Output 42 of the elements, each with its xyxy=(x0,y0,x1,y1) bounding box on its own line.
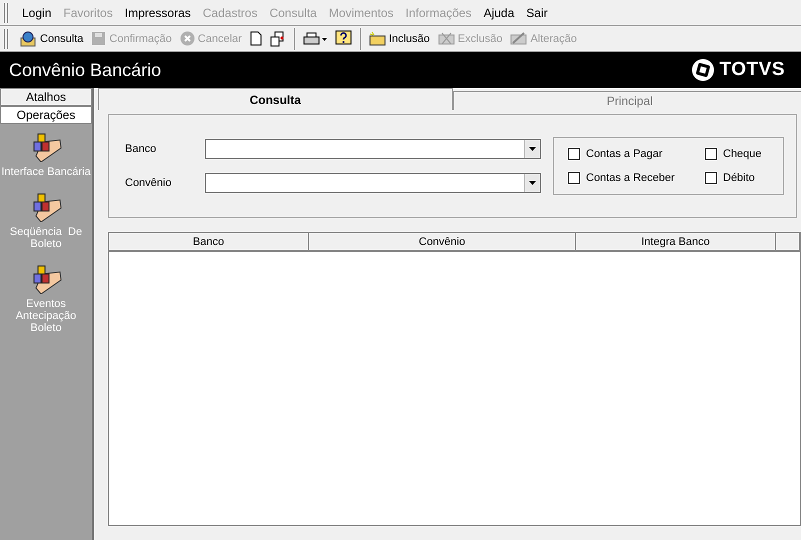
column-header[interactable]: Convênio xyxy=(309,233,576,251)
help-icon[interactable] xyxy=(334,30,352,47)
grid-edit-icon xyxy=(510,31,528,46)
dropdown-arrow-icon xyxy=(529,147,536,151)
shortcut-item[interactable]: Seqüência De Boleto xyxy=(0,192,92,250)
new-folder-icon xyxy=(368,31,386,46)
sidebar-section-button[interactable]: Atalhos xyxy=(0,88,92,106)
dropdown-field[interactable] xyxy=(205,139,541,159)
checkbox[interactable] xyxy=(705,148,717,160)
dropdown-arrow-icon xyxy=(529,181,536,185)
menu-item[interactable]: Ajuda xyxy=(478,6,520,20)
window-title: Convênio Bancário xyxy=(9,60,162,80)
shortcut-item[interactable]: Eventos Antecipação Boleto xyxy=(0,264,92,334)
checkbox-label: Contas a Receber xyxy=(586,172,675,184)
checkbox-label: Débito xyxy=(723,172,755,184)
toolbar-button[interactable]: Consulta xyxy=(16,28,88,50)
printer-icon[interactable] xyxy=(302,30,327,46)
grid-delete-icon xyxy=(438,31,455,46)
toolbar-button[interactable]: Inclusão xyxy=(364,28,434,50)
column-header[interactable]: Banco xyxy=(109,233,309,251)
field-label: Banco xyxy=(125,143,158,155)
field-label: Convênio xyxy=(125,177,172,189)
cancel-icon xyxy=(180,31,195,46)
checkbox[interactable] xyxy=(568,148,580,160)
menu-item[interactable]: Sair xyxy=(520,6,554,20)
blank-page-icon[interactable] xyxy=(250,31,262,46)
checkbox[interactable] xyxy=(705,172,717,184)
folder-globe-icon xyxy=(20,30,37,46)
documents-icon[interactable] xyxy=(270,30,286,46)
tab[interactable]: Consulta xyxy=(98,88,452,110)
sidebar-section-button[interactable]: Operações xyxy=(0,106,92,124)
menu-item[interactable]: Impressoras xyxy=(118,6,197,20)
dropdown-field[interactable] xyxy=(205,173,541,193)
checkbox-label: Contas a Pagar xyxy=(586,148,662,160)
logo-text: TOTVS xyxy=(720,59,785,81)
tab[interactable]: Principal xyxy=(452,91,801,110)
shortcut-item[interactable]: Interface Bancária xyxy=(0,132,92,178)
checkbox-label: Cheque xyxy=(723,148,762,160)
column-header[interactable]: Integra Banco xyxy=(576,233,776,251)
menu-item[interactable]: Login xyxy=(16,6,58,20)
logo-icon xyxy=(690,58,714,82)
checkbox[interactable] xyxy=(568,172,580,184)
